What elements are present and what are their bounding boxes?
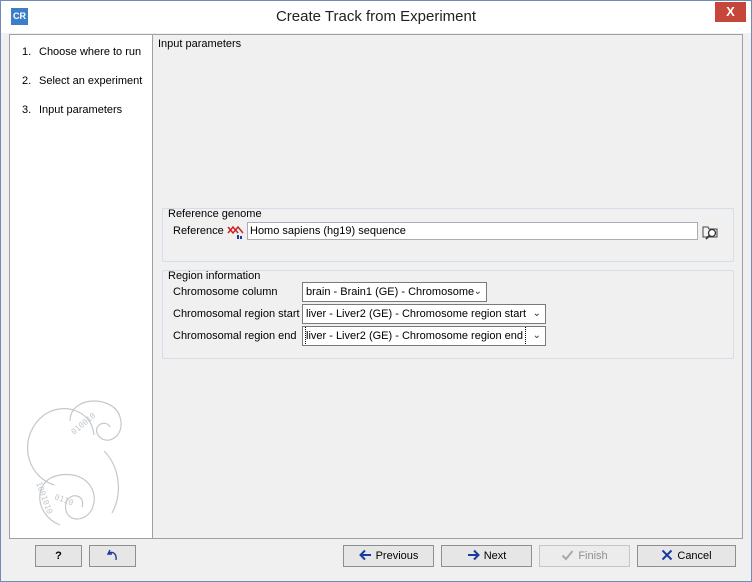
svg-text:0110: 0110: [53, 492, 74, 507]
wizard-steps-panel: 1. Choose where to run 2. Select an experi…: [9, 34, 153, 539]
dialog-window: CR Create Track from Experiment X 1. Choo…: [0, 0, 752, 582]
title-bar[interactable]: CR Create Track from Experiment X: [1, 1, 751, 33]
next-label: Next: [483, 550, 507, 562]
chevron-down-icon: ⌄: [473, 286, 482, 297]
region-start-value: liver - Liver2 (GE) - Chromosome region …: [306, 308, 527, 320]
help-button[interactable]: ?: [35, 545, 82, 567]
region-end-select[interactable]: liver - Liver2 (GE) - Chromosome region …: [302, 326, 546, 346]
content-panel: Input parameters Reference genome Refere…: [153, 34, 743, 539]
next-button[interactable]: Next: [441, 545, 532, 567]
reference-genome-field[interactable]: Homo sapiens (hg19) sequence: [247, 222, 698, 240]
chevron-down-icon: ⌄: [532, 330, 541, 341]
step-label: Choose where to run: [39, 46, 142, 58]
reset-button[interactable]: [89, 545, 136, 567]
step-number: 3.: [22, 104, 32, 116]
svg-text:1001010: 1001010: [34, 481, 54, 516]
previous-button[interactable]: Previous: [343, 545, 434, 567]
close-button[interactable]: X: [715, 2, 746, 22]
step-label: Input parameters: [39, 104, 123, 116]
chromosome-column-value: brain - Brain1 (GE) - Chromosome: [306, 286, 475, 298]
chromosome-column-select[interactable]: brain - Brain1 (GE) - Chromosome ⌄: [302, 282, 487, 302]
region-end-label: Chromosomal region end: [173, 330, 297, 342]
window-title: Create Track from Experiment: [275, 8, 477, 25]
reference-genome-group-title: Reference genome: [168, 208, 262, 220]
previous-label: Previous: [375, 550, 419, 562]
check-icon: [562, 550, 574, 561]
region-information-group: Region information Chromosome column bra…: [162, 270, 734, 359]
step-number: 1.: [22, 46, 32, 58]
chromosome-column-label: Chromosome column: [173, 286, 278, 298]
arrow-left-icon: [358, 549, 371, 561]
close-icon: X: [726, 4, 735, 19]
step-number: 2.: [22, 75, 32, 87]
reference-label: Reference: [173, 225, 224, 237]
finish-label: Finish: [578, 550, 608, 562]
wizard-step-input-parameters: 3. Input parameters: [22, 104, 122, 116]
wizard-step-choose-where-to-run: 1. Choose where to run: [22, 46, 141, 58]
sequence-icon: [227, 225, 244, 239]
reset-arrow-icon: [106, 549, 117, 561]
finish-button[interactable]: Finish: [539, 545, 630, 567]
cancel-label: Cancel: [677, 550, 712, 562]
reference-genome-group: Reference genome Reference Homo sapiens …: [162, 208, 734, 262]
x-icon: [662, 549, 673, 561]
region-end-value: liver - Liver2 (GE) - Chromosome region …: [304, 327, 527, 345]
page-title: Input parameters: [158, 38, 242, 50]
arrow-right-icon: [467, 549, 480, 561]
browse-folder-icon[interactable]: [701, 222, 720, 241]
region-start-label: Chromosomal region start: [173, 308, 300, 320]
help-icon: ?: [55, 550, 62, 562]
decorative-swirl-logo: 010010 1001010 0110: [27, 400, 122, 526]
step-label: Select an experiment: [39, 75, 143, 87]
chevron-down-icon: ⌄: [532, 308, 541, 319]
wizard-step-select-experiment: 2. Select an experiment: [22, 75, 142, 87]
cancel-button[interactable]: Cancel: [637, 545, 736, 567]
region-start-select[interactable]: liver - Liver2 (GE) - Chromosome region …: [302, 304, 546, 324]
region-information-group-title: Region information: [168, 270, 261, 282]
